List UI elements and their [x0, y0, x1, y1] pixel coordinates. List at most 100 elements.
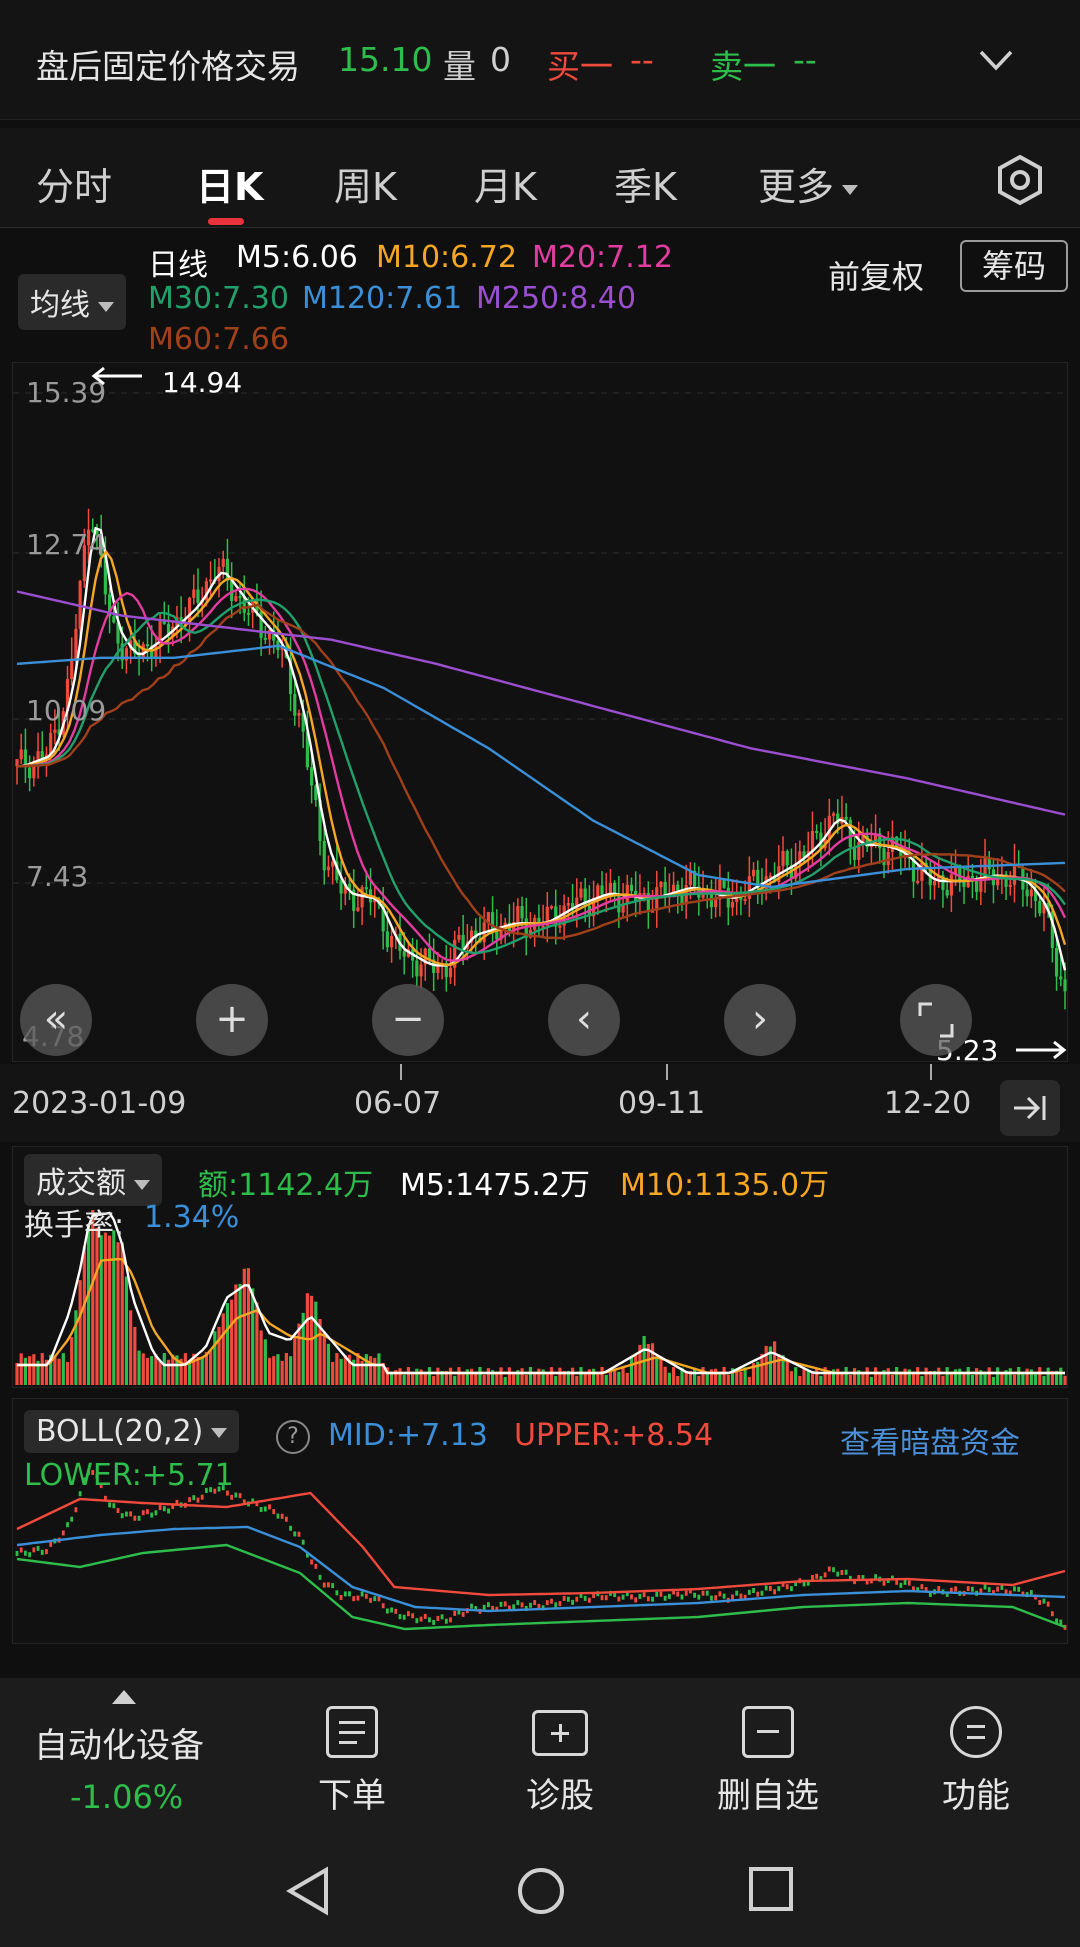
stock-sector-name[interactable]: 自动化设备	[34, 1718, 204, 1767]
boll-candle	[583, 1595, 587, 1601]
boll-candle	[146, 1509, 149, 1515]
boll-candle	[301, 1539, 305, 1545]
volume-bar	[415, 1368, 419, 1385]
volume-bar	[558, 1367, 562, 1385]
candle-body	[297, 712, 301, 716]
chevron-down-icon[interactable]	[978, 48, 1014, 72]
boll-candle	[297, 1531, 301, 1537]
ma-type-dropdown[interactable]: 均线	[18, 274, 126, 330]
home-icon[interactable]	[516, 1866, 566, 1916]
boll-candle	[882, 1580, 886, 1586]
boll-candle	[352, 1596, 356, 1602]
diagnose-button[interactable]: 诊股	[480, 1706, 640, 1817]
zoom-out-button[interactable]: −	[372, 984, 444, 1056]
volume-bar	[124, 1276, 129, 1385]
help-icon[interactable]: ?	[276, 1420, 310, 1454]
volume-bar	[230, 1299, 234, 1385]
volume-bar	[975, 1368, 979, 1385]
adjust-mode-button[interactable]: 前复权	[828, 252, 924, 298]
kline-chart[interactable]	[13, 363, 1069, 1063]
volume-bar	[209, 1350, 213, 1385]
boll-candle	[756, 1591, 760, 1597]
boll-candle	[533, 1600, 537, 1606]
remove-watchlist-button[interactable]: 删自选	[688, 1706, 848, 1817]
functions-button[interactable]: 功能	[896, 1706, 1056, 1817]
tab-monthly-k[interactable]: 月K	[474, 156, 537, 211]
tab-quarterly-k[interactable]: 季K	[614, 156, 677, 211]
order-button[interactable]: 下单	[272, 1706, 432, 1817]
boll-candle	[663, 1595, 667, 1601]
candle-body	[932, 881, 937, 886]
boll-candle	[903, 1579, 907, 1585]
functions-label: 功能	[942, 1776, 1010, 1816]
boll-candle	[377, 1596, 381, 1602]
boll-candle	[760, 1590, 764, 1596]
candle-body	[810, 830, 815, 851]
fullscreen-button[interactable]	[900, 984, 972, 1056]
boll-candle	[150, 1512, 154, 1518]
tab-more[interactable]: 更多	[758, 156, 859, 211]
boll-candle	[571, 1599, 574, 1605]
volume-bar	[1059, 1367, 1063, 1385]
volume-bar	[137, 1350, 141, 1385]
volume-bar	[398, 1368, 402, 1385]
candle-body	[209, 579, 213, 582]
candle-body	[1029, 889, 1033, 897]
candle-body	[339, 880, 343, 894]
ma60-value: M60:7.66	[148, 322, 289, 357]
candle-body	[688, 870, 693, 885]
turnover-value: 1.34%	[144, 1200, 240, 1235]
boll-candle	[263, 1506, 267, 1512]
volume-type-dropdown[interactable]: 成交额	[24, 1154, 162, 1206]
volume-bar	[373, 1357, 377, 1385]
boll-candle	[983, 1584, 987, 1590]
candle-body	[356, 907, 360, 911]
boll-candle	[314, 1563, 318, 1569]
boll-candle	[364, 1593, 368, 1599]
boll-candle	[268, 1504, 271, 1510]
volume-bar	[907, 1369, 911, 1385]
boll-candle	[920, 1584, 924, 1590]
tab-daily-k[interactable]: 日K	[196, 156, 263, 211]
ma5-value: M5:6.06	[236, 240, 358, 275]
volume-bar	[1025, 1368, 1029, 1385]
candle-body	[293, 694, 297, 716]
volume-bar	[697, 1375, 701, 1385]
candle-body	[238, 596, 242, 599]
volume-bar	[570, 1367, 575, 1385]
scroll-left-button[interactable]: ‹	[548, 984, 620, 1056]
candle-body	[629, 884, 634, 892]
chips-button[interactable]: 筹码	[960, 240, 1068, 292]
remove-icon	[742, 1706, 794, 1758]
volume-bar	[579, 1367, 583, 1385]
ma250-value: M250:8.40	[476, 281, 637, 316]
boll-candle	[432, 1619, 436, 1625]
tab-weekly-k[interactable]: 周K	[334, 156, 397, 211]
boll-candle	[558, 1601, 562, 1607]
volume-bar	[259, 1330, 263, 1385]
kline-chart-panel[interactable]	[12, 362, 1069, 1063]
volume-bar	[911, 1372, 916, 1385]
volume-bar	[634, 1353, 638, 1385]
tab-intraday[interactable]: 分时	[36, 156, 112, 211]
volume-bar	[141, 1353, 145, 1385]
jump-to-latest-button[interactable]	[1000, 1080, 1060, 1136]
recents-icon[interactable]	[748, 1866, 794, 1912]
volume-bar	[255, 1302, 259, 1385]
boll-candle	[356, 1595, 360, 1601]
volume-bar	[162, 1353, 166, 1385]
boll-candle	[621, 1594, 625, 1600]
zoom-in-button[interactable]: +	[196, 984, 268, 1056]
bid-label: 买一	[547, 47, 613, 86]
candle-body	[566, 903, 570, 906]
scroll-right-button[interactable]: ›	[724, 984, 796, 1056]
settings-gear-icon[interactable]	[994, 154, 1046, 206]
back-icon[interactable]	[286, 1866, 330, 1916]
candle-body	[785, 850, 789, 866]
dark-pool-link[interactable]: 查看暗盘资金	[840, 1418, 1020, 1462]
boll-candle	[996, 1586, 1000, 1592]
indicator-dropdown[interactable]: BOLL(20,2)	[24, 1410, 240, 1453]
scroll-to-start-button[interactable]: «	[20, 984, 92, 1056]
volume-bar	[423, 1372, 427, 1385]
candle-body	[831, 813, 836, 816]
